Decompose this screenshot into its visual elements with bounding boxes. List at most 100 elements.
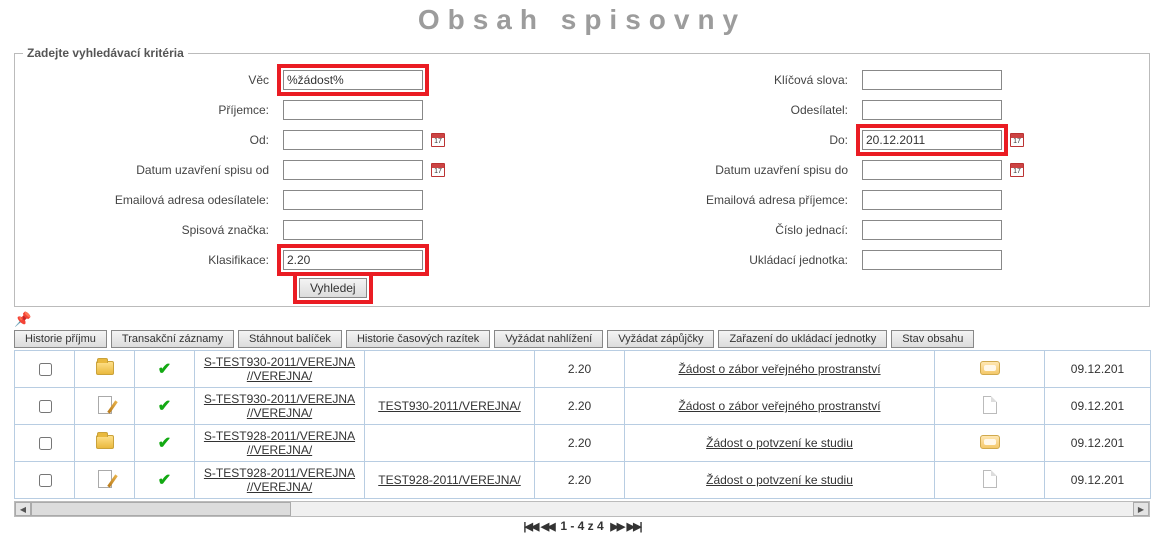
label-klasifikace: Klasifikace: [23, 253, 283, 267]
cell-date: 09.12.201 [1045, 351, 1151, 388]
field-do: Do: 17 [602, 126, 1141, 154]
results-table: ✔ S-TEST930-2011/VEREJNA //VEREJNA/2.20 Žá… [14, 350, 1151, 499]
status-ok-icon: ✔ [158, 472, 171, 489]
pager-next[interactable]: ▶▶ [610, 521, 623, 533]
calendar-icon[interactable]: 17 [1010, 133, 1024, 147]
cell-klasifikace: 2.20 [535, 462, 625, 499]
cj-link[interactable]: TEST928-2011/VEREJNA/ [378, 473, 521, 487]
label-do: Do: [602, 133, 862, 147]
horizontal-scrollbar[interactable]: ◀ ▶ [14, 501, 1150, 517]
pager-last[interactable]: ▶▶| [627, 521, 641, 533]
row-checkbox[interactable] [39, 400, 52, 413]
cell-date: 09.12.201 [1045, 388, 1151, 425]
field-od: Od: 17 [23, 126, 562, 154]
input-od[interactable] [283, 130, 423, 150]
page-icon [983, 396, 997, 414]
field-cj: Číslo jednací: [602, 216, 1141, 244]
input-klasifikace[interactable] [283, 250, 423, 270]
label-ukladaci: Ukládací jednotka: [602, 253, 862, 267]
subject-link[interactable]: Žádost o zábor veřejného prostranství [678, 399, 880, 413]
scroll-right-icon[interactable]: ▶ [1133, 502, 1149, 516]
input-prijemce[interactable] [283, 100, 423, 120]
label-odesilatel: Odesílatel: [602, 103, 862, 117]
input-spis-znacka[interactable] [283, 220, 423, 240]
table-row: ✔ S-TEST928-2011/VEREJNA //VEREJNA/TEST92… [15, 462, 1151, 499]
status-ok-icon: ✔ [158, 361, 171, 378]
cell-date: 09.12.201 [1045, 425, 1151, 462]
field-spis-znacka: Spisová značka: [23, 216, 562, 244]
cell-klasifikace: 2.20 [535, 425, 625, 462]
input-klicova[interactable] [862, 70, 1002, 90]
subject-link[interactable]: Žádost o potvzení ke studiu [706, 436, 853, 450]
table-row: ✔ S-TEST930-2011/VEREJNA //VEREJNA/2.20 Žá… [15, 351, 1151, 388]
label-od: Od: [23, 133, 283, 147]
label-klicova: Klíčová slova: [602, 73, 862, 87]
pager-prev[interactable]: ◀◀ [541, 521, 554, 533]
label-prijemce: Příjemce: [23, 103, 283, 117]
calendar-icon[interactable]: 17 [431, 133, 445, 147]
btn-stahnout-balicek[interactable]: Stáhnout balíček [238, 330, 342, 348]
spis-link[interactable]: S-TEST928-2011/VEREJNA //VEREJNA/ [204, 466, 355, 494]
status-ok-icon: ✔ [158, 435, 171, 452]
calendar-icon[interactable]: 17 [431, 163, 445, 177]
spis-link[interactable]: S-TEST930-2011/VEREJNA //VEREJNA/ [204, 355, 355, 383]
storage-unit-icon [980, 361, 1000, 375]
field-email-prij: Emailová adresa příjemce: [602, 186, 1141, 214]
btn-zarazeni-do-jednotky[interactable]: Zařazení do ukládací jednotky [718, 330, 887, 348]
btn-vyzadat-zapujcky[interactable]: Vyžádat zápůjčky [607, 330, 714, 348]
document-icon [98, 470, 112, 488]
label-cj: Číslo jednací: [602, 223, 862, 237]
search-button[interactable]: Vyhledej [299, 278, 367, 298]
input-email-prij[interactable] [862, 190, 1002, 210]
pager-first[interactable]: |◀◀ [523, 521, 537, 533]
page-title: Obsah spisovny [0, 4, 1164, 36]
subject-link[interactable]: Žádost o potvzení ke studiu [706, 473, 853, 487]
field-dus-do: Datum uzavření spisu do 17 [602, 156, 1141, 184]
label-email-prij: Emailová adresa příjemce: [602, 193, 862, 207]
label-dus-do: Datum uzavření spisu do [602, 163, 862, 177]
field-dus-od: Datum uzavření spisu od 17 [23, 156, 562, 184]
field-odesilatel: Odesílatel: [602, 96, 1141, 124]
input-ukladaci[interactable] [862, 250, 1002, 270]
field-klicova: Klíčová slova: [602, 66, 1141, 94]
input-email-odes[interactable] [283, 190, 423, 210]
action-toolbar: Historie příjmu Transakční záznamy Stáhn… [0, 330, 1164, 348]
input-vec[interactable] [283, 70, 423, 90]
btn-historie-razitek[interactable]: Historie časových razítek [346, 330, 490, 348]
storage-unit-icon [980, 435, 1000, 449]
subject-link[interactable]: Žádost o zábor veřejného prostranství [678, 362, 880, 376]
label-spis-znacka: Spisová značka: [23, 223, 283, 237]
cj-link[interactable]: TEST930-2011/VEREJNA/ [378, 399, 521, 413]
input-dus-od[interactable] [283, 160, 423, 180]
cell-klasifikace: 2.20 [535, 351, 625, 388]
btn-historie-prijmu[interactable]: Historie příjmu [14, 330, 107, 348]
pin-icon[interactable]: 📌 [14, 311, 1150, 328]
calendar-icon[interactable]: 17 [1010, 163, 1024, 177]
row-checkbox[interactable] [39, 363, 52, 376]
field-vec: Věc [23, 66, 562, 94]
spis-link[interactable]: S-TEST928-2011/VEREJNA //VEREJNA/ [204, 429, 355, 457]
field-ukladaci: Ukládací jednotka: [602, 246, 1141, 274]
pager: |◀◀ ◀◀ 1 - 4 z 4 ▶▶ ▶▶| [0, 519, 1164, 533]
btn-stav-obsahu[interactable]: Stav obsahu [891, 330, 974, 348]
btn-vyzadat-nahlizeni[interactable]: Vyžádat nahlížení [494, 330, 603, 348]
input-cj[interactable] [862, 220, 1002, 240]
field-email-odes: Emailová adresa odesílatele: [23, 186, 562, 214]
search-criteria-fieldset: Zadejte vyhledávací kritéria Věc Klíčová… [14, 46, 1150, 307]
btn-transakcni-zaznamy[interactable]: Transakční záznamy [111, 330, 234, 348]
field-prijemce: Příjemce: [23, 96, 562, 124]
status-ok-icon: ✔ [158, 398, 171, 415]
label-dus-od: Datum uzavření spisu od [23, 163, 283, 177]
scroll-thumb[interactable] [31, 502, 291, 516]
input-odesilatel[interactable] [862, 100, 1002, 120]
row-checkbox[interactable] [39, 474, 52, 487]
folder-icon [96, 361, 114, 375]
input-dus-do[interactable] [862, 160, 1002, 180]
page-icon [983, 470, 997, 488]
spis-link[interactable]: S-TEST930-2011/VEREJNA //VEREJNA/ [204, 392, 355, 420]
table-row: ✔ S-TEST930-2011/VEREJNA //VEREJNA/TEST93… [15, 388, 1151, 425]
label-vec: Věc [23, 73, 283, 87]
scroll-left-icon[interactable]: ◀ [15, 502, 31, 516]
input-do[interactable] [862, 130, 1002, 150]
row-checkbox[interactable] [39, 437, 52, 450]
